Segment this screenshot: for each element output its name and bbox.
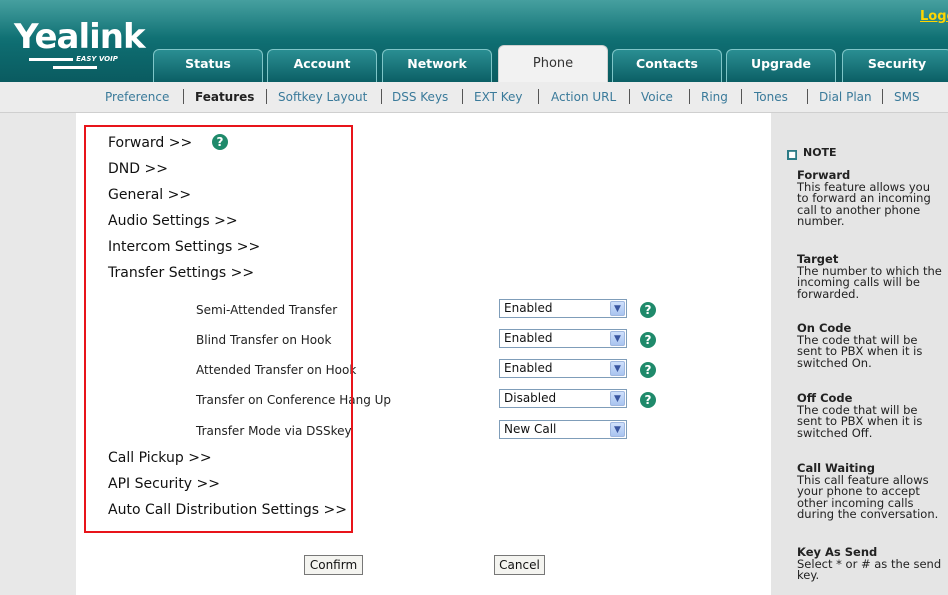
- note-item: Target The number to which the incoming …: [797, 253, 942, 301]
- subnav-features[interactable]: Features: [195, 90, 254, 104]
- tab-status[interactable]: Status: [153, 49, 263, 82]
- tab-upgrade[interactable]: Upgrade: [726, 49, 836, 82]
- blind-transfer-on-hook-select[interactable]: Enabled ▼: [499, 329, 627, 348]
- subnav-separator: [741, 89, 742, 104]
- highlight-box: [84, 125, 353, 533]
- tab-account[interactable]: Account: [267, 49, 377, 82]
- tab-contacts[interactable]: Contacts: [612, 49, 722, 82]
- help-icon[interactable]: ?: [640, 362, 656, 378]
- cancel-button[interactable]: Cancel: [494, 555, 545, 575]
- subnav-softkey-layout[interactable]: Softkey Layout: [278, 90, 367, 104]
- tab-phone[interactable]: Phone: [498, 45, 608, 82]
- select-value: Disabled: [504, 391, 557, 405]
- select-value: Enabled: [504, 331, 553, 345]
- subnav-separator: [266, 89, 267, 104]
- select-value: Enabled: [504, 301, 553, 315]
- logout-link[interactable]: Logout: [920, 9, 948, 24]
- note-item: Key As Send Select * or # as the send ke…: [797, 546, 942, 582]
- note-item: Forward This feature allows you to forwa…: [797, 169, 942, 228]
- subnav-separator: [629, 89, 630, 104]
- note-text: This call feature allows your phone to a…: [797, 472, 939, 521]
- subnav-voice[interactable]: Voice: [641, 90, 673, 104]
- chevron-down-icon[interactable]: ▼: [610, 422, 625, 437]
- note-heading: ■ NOTE: [787, 146, 837, 160]
- help-icon[interactable]: ?: [640, 302, 656, 318]
- brand-logo: Yealink: [14, 17, 146, 57]
- note-item: On Code The code that will be sent to PB…: [797, 322, 942, 370]
- semi-attended-transfer-select[interactable]: Enabled ▼: [499, 299, 627, 318]
- subnav-separator: [689, 89, 690, 104]
- note-text: The code that will be sent to PBX when i…: [797, 402, 923, 440]
- select-value: New Call: [504, 422, 557, 436]
- subnav-separator: [538, 89, 539, 104]
- brand-tagline: EASY VOIP: [14, 55, 136, 69]
- note-item: Call Waiting This call feature allows yo…: [797, 462, 942, 521]
- confirm-button[interactable]: Confirm: [304, 555, 363, 575]
- chevron-down-icon[interactable]: ▼: [610, 301, 625, 316]
- subnav-dss-keys[interactable]: DSS Keys: [392, 90, 448, 104]
- note-text: Select * or # as the send key.: [797, 556, 942, 582]
- left-gutter: [0, 113, 8, 595]
- note-item: Off Code The code that will be sent to P…: [797, 392, 942, 440]
- note-heading-text: NOTE: [803, 146, 837, 159]
- attended-transfer-on-hook-select[interactable]: Enabled ▼: [499, 359, 627, 378]
- help-icon[interactable]: ?: [640, 392, 656, 408]
- chevron-down-icon[interactable]: ▼: [610, 391, 625, 406]
- subnav-separator: [462, 89, 463, 104]
- select-value: Enabled: [504, 361, 553, 375]
- tab-network[interactable]: Network: [382, 49, 492, 82]
- subnav-separator: [807, 89, 808, 104]
- transfer-mode-via-dsskey-select[interactable]: New Call ▼: [499, 420, 627, 439]
- subnav-dial-plan[interactable]: Dial Plan: [819, 90, 872, 104]
- note-icon: ■: [787, 150, 797, 160]
- sub-navigation: Preference Features Softkey Layout DSS K…: [0, 82, 948, 113]
- tagline-text: EASY VOIP: [76, 55, 118, 63]
- note-text: The code that will be sent to PBX when i…: [797, 332, 923, 370]
- tagline-bar-right: [53, 65, 97, 69]
- help-icon[interactable]: ?: [640, 332, 656, 348]
- note-text: This feature allows you to forward an in…: [797, 179, 931, 228]
- transfer-on-conference-hang-up-select[interactable]: Disabled ▼: [499, 389, 627, 408]
- note-text: The number to which the incoming calls w…: [797, 263, 942, 301]
- subnav-separator: [183, 89, 184, 104]
- subnav-preference[interactable]: Preference: [105, 90, 169, 104]
- header-bar: Yealink EASY VOIP Logout Status Account …: [0, 0, 948, 82]
- tagline-bar-left: [29, 57, 74, 61]
- subnav-sms[interactable]: SMS: [894, 90, 920, 104]
- subnav-separator: [882, 89, 883, 104]
- subnav-tones[interactable]: Tones: [754, 90, 788, 104]
- tab-security[interactable]: Security: [842, 49, 948, 82]
- chevron-down-icon[interactable]: ▼: [610, 331, 625, 346]
- subnav-ring[interactable]: Ring: [701, 90, 728, 104]
- subnav-action-url[interactable]: Action URL: [551, 90, 616, 104]
- chevron-down-icon[interactable]: ▼: [610, 361, 625, 376]
- subnav-ext-key[interactable]: EXT Key: [474, 90, 523, 104]
- subnav-separator: [381, 89, 382, 104]
